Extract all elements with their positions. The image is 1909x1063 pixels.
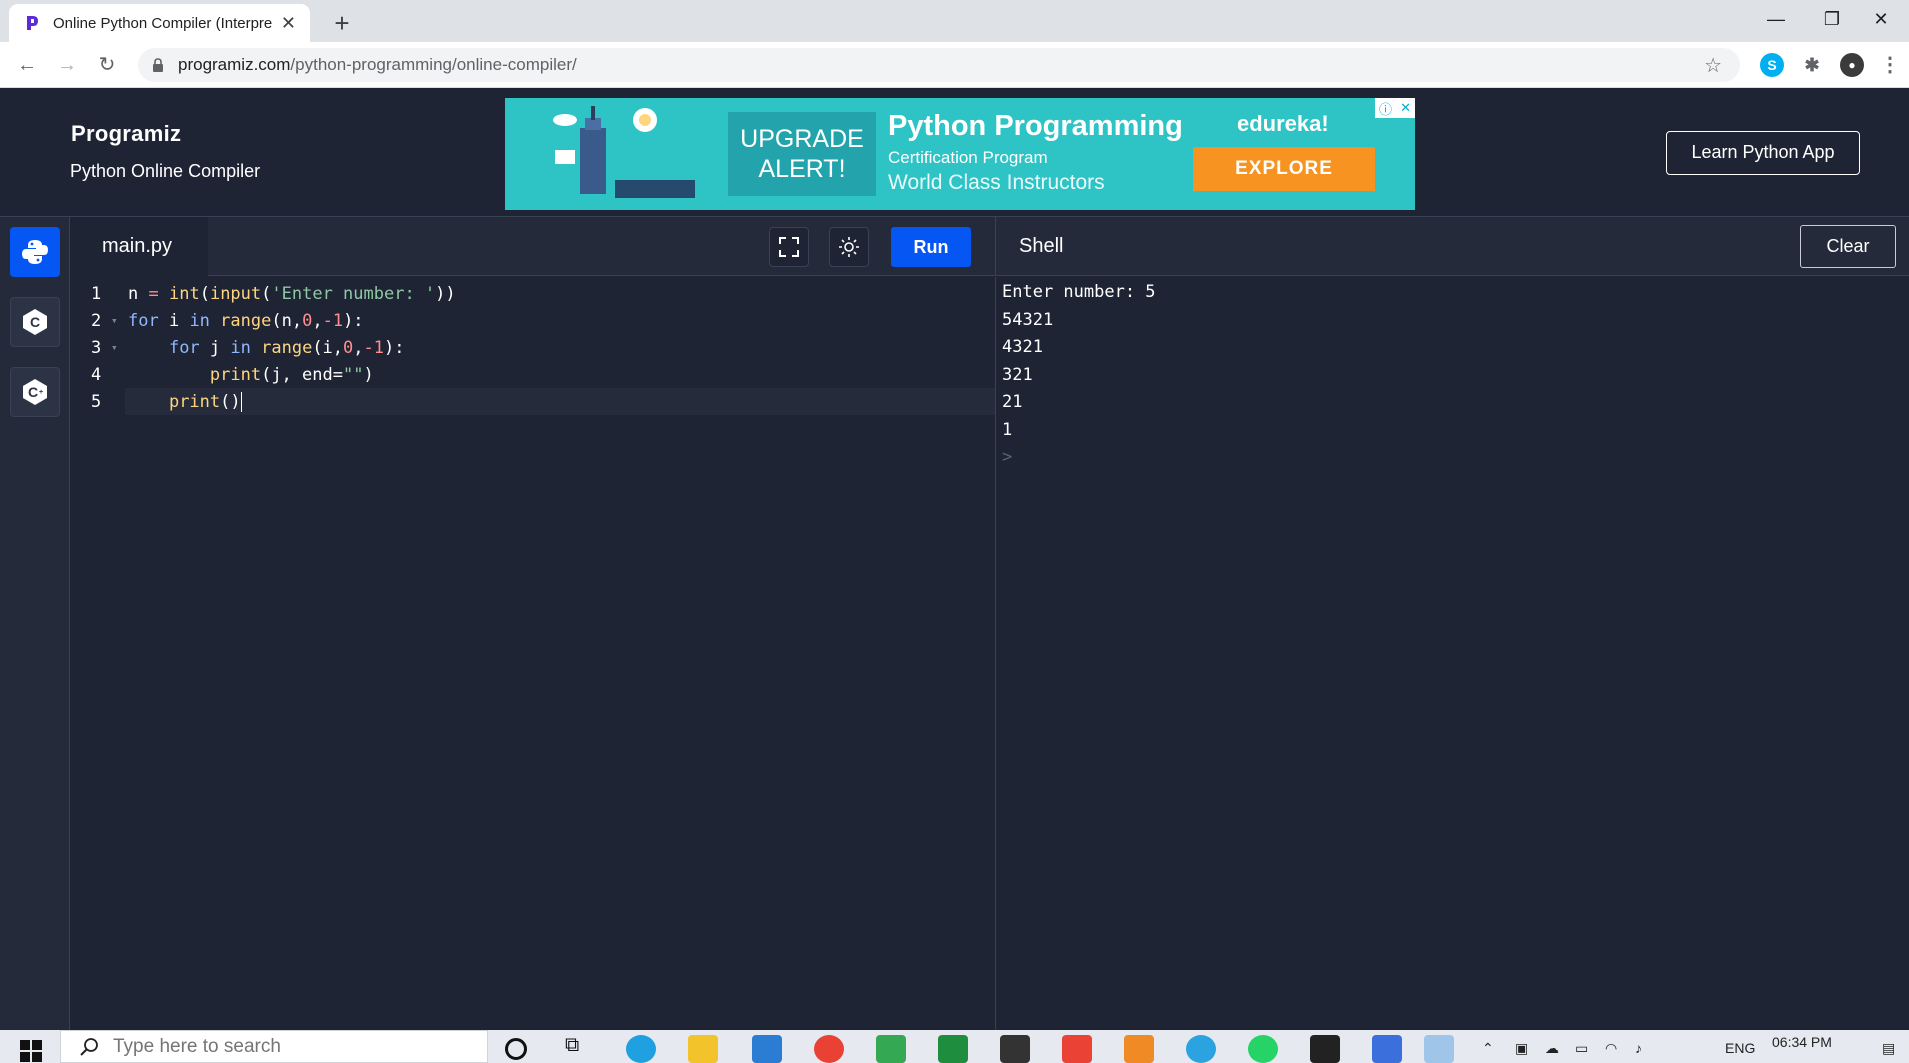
browser-menu-icon[interactable]: ⋮ <box>1878 53 1902 77</box>
search-icon <box>80 1037 98 1056</box>
telegram-icon[interactable] <box>1186 1035 1216 1063</box>
language-indicator[interactable]: ENG <box>1725 1040 1755 1056</box>
ad-choices-icon[interactable]: ⓘ ✕ <box>1375 98 1415 118</box>
lock-icon <box>153 58 163 72</box>
windows-start-icon[interactable] <box>20 1040 42 1062</box>
svg-text:+: + <box>39 389 43 396</box>
c-language-icon[interactable]: C <box>10 297 60 347</box>
file-explorer-icon[interactable] <box>688 1035 718 1063</box>
edge-icon[interactable] <box>626 1035 656 1063</box>
shell-output[interactable]: Enter number: 5 54321 4321 321 21 1 > <box>995 277 1909 1030</box>
tab-close-icon[interactable]: ✕ <box>281 13 296 34</box>
battery-icon[interactable]: ▭ <box>1575 1040 1588 1057</box>
browser-tab[interactable]: Online Python Compiler (Interpre ✕ <box>9 4 310 42</box>
shell-output-line: Enter number: 5 <box>1002 282 1156 302</box>
back-icon[interactable]: ← <box>10 48 44 82</box>
forward-icon[interactable]: → <box>50 48 84 82</box>
reload-icon[interactable]: ↻ <box>90 48 124 82</box>
paint-icon[interactable] <box>1424 1035 1454 1063</box>
ad-line1: Certification Program <box>888 148 1048 167</box>
extensions-puzzle-icon[interactable]: ✱ <box>1800 53 1824 77</box>
cpp-language-icon[interactable]: C + <box>10 367 60 417</box>
learn-python-app-button[interactable]: Learn Python App <box>1666 131 1860 175</box>
code-line: 5 print() <box>91 391 242 412</box>
ad-upgrade-box: UPGRADE ALERT! <box>728 112 876 196</box>
programiz-favicon-icon <box>27 16 38 30</box>
fullscreen-icon[interactable] <box>769 227 809 267</box>
shell-output-line: 54321 <box>1002 309 1054 330</box>
browser-toolbar: ← → ↻ programiz.com/python-programming/o… <box>0 42 1909 88</box>
volume-icon[interactable]: ♪ <box>1635 1040 1642 1056</box>
skype-extension-icon[interactable]: S <box>1760 53 1784 77</box>
shell-output-line: 21 <box>1002 392 1023 412</box>
cortana-icon[interactable] <box>505 1038 527 1060</box>
svg-text:C: C <box>28 384 38 400</box>
minimize-icon[interactable]: — <box>1748 0 1804 38</box>
programiz-logo[interactable]: Programiz <box>71 121 181 147</box>
language-rail: C C + <box>0 217 70 1030</box>
code-editor[interactable]: 1 n = int(input('Enter number: ')) 2 ▾ fo… <box>71 277 995 1030</box>
page-subtitle: Python Online Compiler <box>70 161 261 181</box>
ad-brand: edureka! <box>1237 111 1329 136</box>
whatsapp-icon[interactable] <box>1248 1035 1278 1063</box>
taskbar-search-input[interactable] <box>113 1035 473 1058</box>
restore-icon[interactable]: ❐ <box>1804 0 1860 38</box>
ad-headline: Python Programming <box>888 110 1183 142</box>
close-window-icon[interactable]: ✕ <box>1853 0 1909 38</box>
onedrive-icon[interactable]: ☁ <box>1545 1040 1559 1057</box>
app-s-icon[interactable] <box>1000 1035 1030 1063</box>
shell-title: Shell <box>1019 235 1064 257</box>
bookmark-star-icon[interactable]: ☆ <box>1704 53 1722 78</box>
task-view-icon[interactable]: ⧉ <box>565 1034 595 1062</box>
shell-output-line: 321 <box>1002 364 1033 385</box>
tab-title: Online Python Compiler (Interpre <box>53 14 273 32</box>
file-tab-main-py[interactable]: main.py <box>71 217 208 276</box>
word-icon[interactable] <box>1372 1035 1402 1063</box>
ad-city-illustration-icon <box>553 106 695 198</box>
code-line: 1 n = int(input('Enter number: ')) <box>91 283 456 304</box>
google-classroom-icon[interactable] <box>938 1035 968 1063</box>
profile-avatar[interactable]: ● <box>1840 53 1864 77</box>
mail-icon[interactable] <box>752 1035 782 1063</box>
code-line: 2 ▾ for i in range(n,0,-1): <box>91 310 364 331</box>
shell-output-line: 4321 <box>1002 337 1043 357</box>
clear-button[interactable]: Clear <box>1800 225 1896 268</box>
gmail-icon[interactable] <box>1062 1035 1092 1063</box>
sticky-notes-icon[interactable] <box>1310 1035 1340 1063</box>
shell-prompt[interactable]: > <box>1002 444 1909 472</box>
windows-taskbar: ⧉ ⌃ ▣ ☁ ▭ ◠ ♪ ENG 06:34 PM ▤ <box>0 1030 1909 1063</box>
url-text: programiz.com/python-programming/online-… <box>178 55 577 74</box>
taskbar-clock[interactable]: 06:34 PM <box>1772 1034 1832 1050</box>
vlc-icon[interactable] <box>1124 1035 1154 1063</box>
code-line: 4 print(j, end="") <box>91 364 374 385</box>
run-button[interactable]: Run <box>891 227 971 267</box>
python-language-icon[interactable] <box>10 227 60 277</box>
new-tab-button[interactable]: + <box>325 6 359 40</box>
shell-output-line: 1 <box>1002 419 1013 440</box>
code-line: 3 ▾ for j in range(i,0,-1): <box>91 337 405 358</box>
tray-chevron-icon[interactable]: ⌃ <box>1482 1040 1494 1057</box>
wifi-icon[interactable]: ◠ <box>1605 1040 1617 1057</box>
tray-meet-icon[interactable]: ▣ <box>1515 1040 1528 1057</box>
editor-toolbar: main.py Run <box>71 217 995 276</box>
ad-line2: World Class Instructors <box>888 171 1105 194</box>
svg-text:C: C <box>30 314 40 330</box>
address-bar[interactable]: programiz.com/python-programming/online-… <box>138 48 1740 82</box>
shell-toolbar: Shell Clear <box>995 217 1909 276</box>
chrome-icon[interactable] <box>814 1035 844 1063</box>
theme-toggle-sun-icon[interactable] <box>829 227 869 267</box>
ad-explore-button[interactable]: EXPLORE <box>1193 147 1375 191</box>
google-meet-icon[interactable] <box>876 1035 906 1063</box>
taskbar-search[interactable] <box>60 1030 488 1063</box>
browser-tabstrip: Online Python Compiler (Interpre ✕ + — ❐… <box>0 0 1909 42</box>
notifications-icon[interactable]: ▤ <box>1882 1040 1895 1057</box>
advertisement-banner[interactable]: UPGRADE ALERT! Python Programming Certif… <box>505 98 1415 210</box>
site-header: Programiz Python Online Compiler UPGRADE… <box>0 89 1909 217</box>
